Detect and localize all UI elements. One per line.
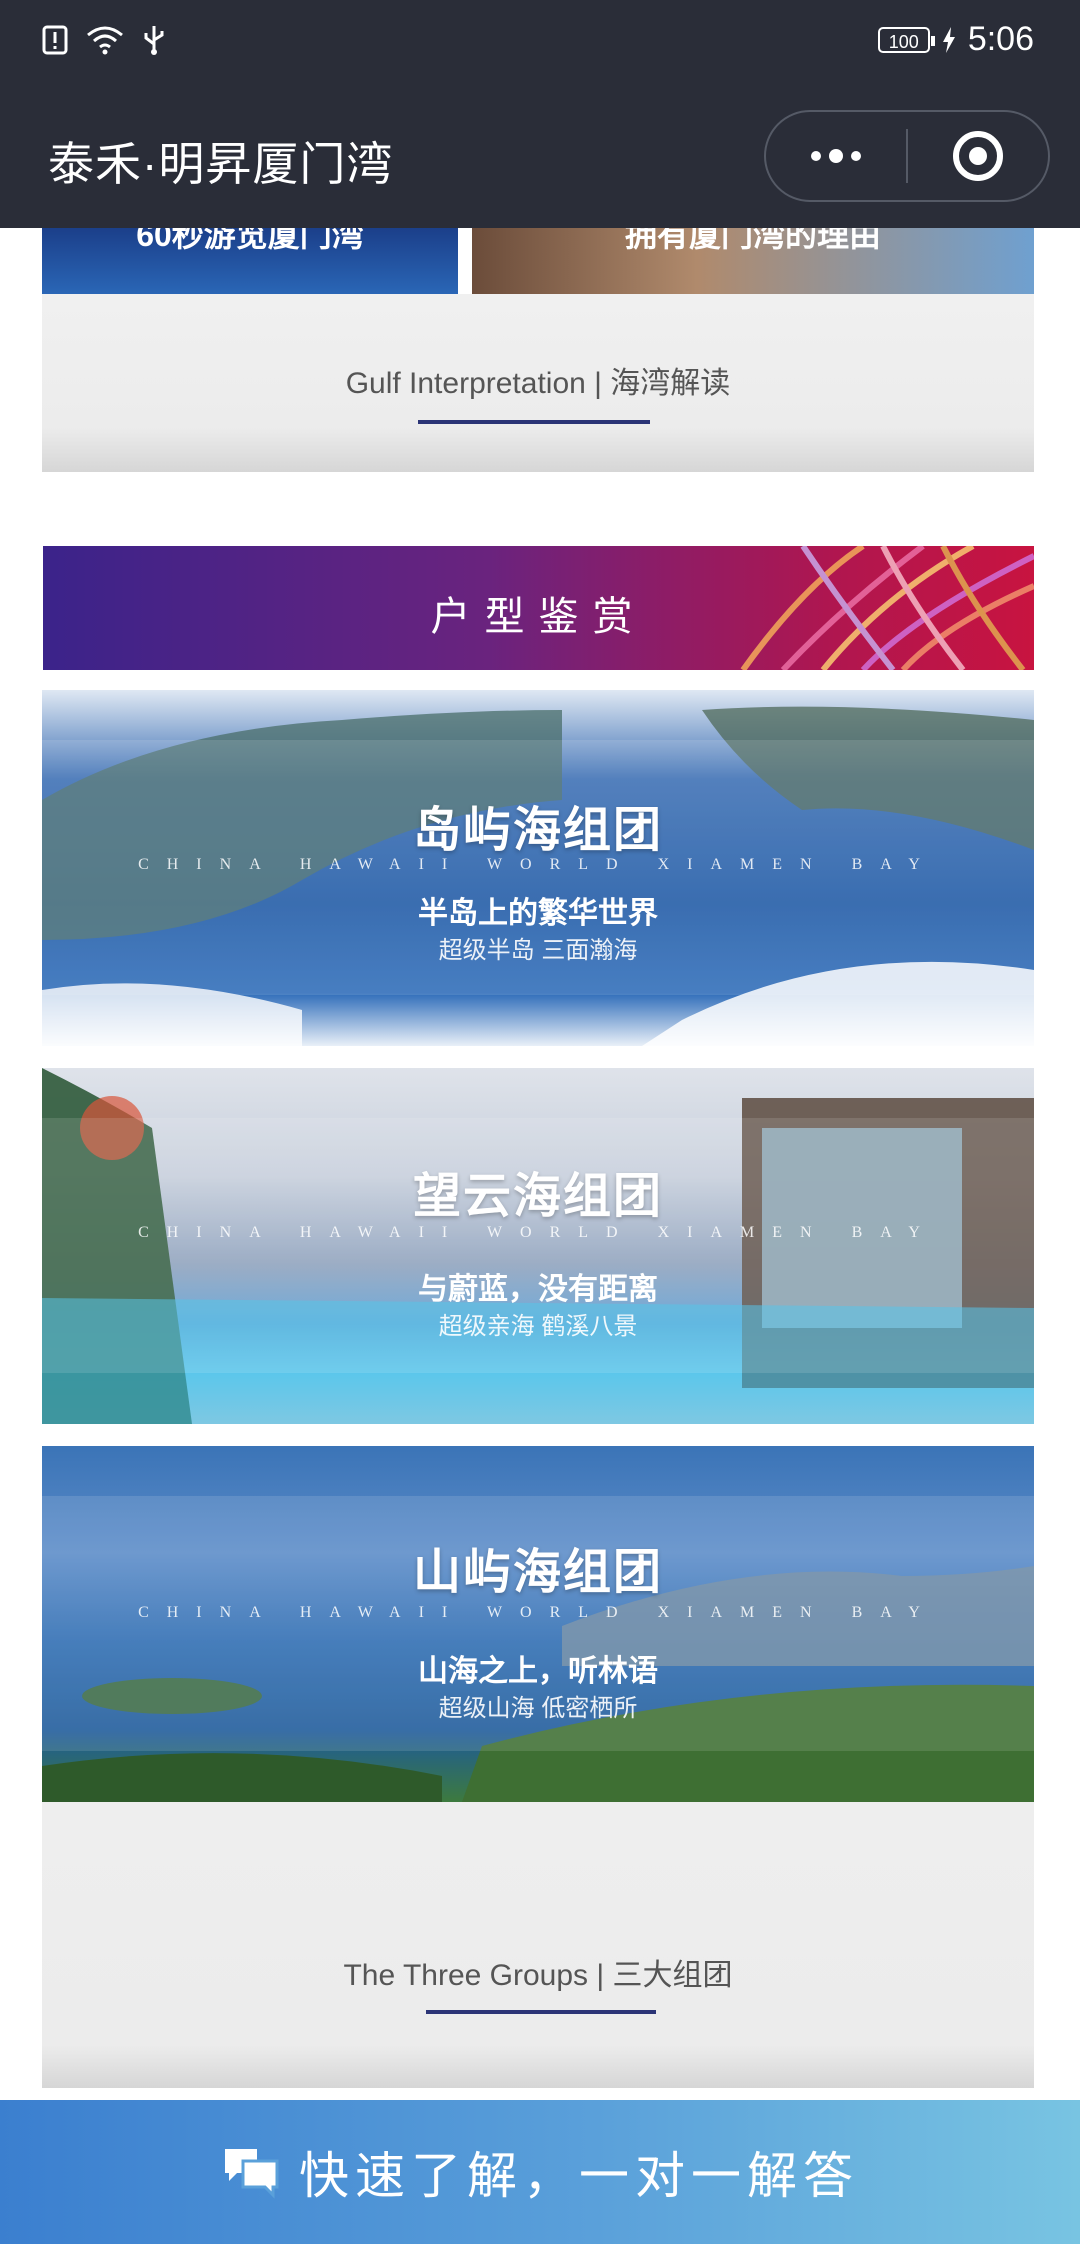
alert-icon — [42, 25, 68, 55]
card-title: 望云海组团 — [412, 1170, 663, 1223]
chat-bubbles-icon — [225, 2149, 279, 2199]
more-button[interactable] — [766, 112, 906, 200]
top-bar: 100 5:06 泰禾·明昇厦门湾 — [0, 0, 1080, 228]
card-english: CHINA HAWAII WORLD XIAMEN BAY — [138, 1224, 938, 1241]
card-tagline: 超级亲海 鹤溪八景 — [438, 1313, 638, 1340]
tile-label: 60秒游览厦门湾 — [136, 228, 364, 253]
status-time: 5:06 — [967, 20, 1034, 58]
card-tagline: 超级山海 低密栖所 — [438, 1695, 638, 1722]
three-groups-caption: The Three Groups | 三大组团 — [343, 1959, 733, 1992]
close-button[interactable] — [908, 112, 1048, 200]
status-bar: 100 5:06 — [0, 0, 1080, 84]
top-tiles: 60秒游览厦门湾 拥有厦门湾的理由 — [42, 228, 1034, 294]
usb-icon — [144, 26, 164, 55]
floor-plan-banner[interactable]: 户型鉴赏 — [43, 546, 1034, 670]
card-english: CHINA HAWAII WORLD XIAMEN BAY — [138, 856, 938, 873]
banner-title: 户型鉴赏 — [430, 595, 647, 639]
card-title: 山屿海组团 — [412, 1546, 663, 1599]
three-groups-panel: The Three Groups | 三大组团 — [42, 1802, 1034, 2088]
group-card-mountain-sea[interactable]: 山屿海组团 CHINA HAWAII WORLD XIAMEN BAY 山海之上… — [42, 1446, 1034, 1802]
page-title: 泰禾·明昇厦门湾 — [48, 138, 394, 190]
card-subtitle: 与蔚蓝，没有距离 — [418, 1273, 658, 1306]
more-dots-icon — [811, 149, 861, 163]
card-english: CHINA HAWAII WORLD XIAMEN BAY — [138, 1604, 938, 1621]
card-title: 岛屿海组团 — [412, 804, 663, 857]
battery-icon: 100 — [877, 26, 935, 53]
gulf-caption: Gulf Interpretation | 海湾解读 — [345, 367, 731, 400]
card-tagline: 超级半岛 三面瀚海 — [438, 937, 638, 964]
card-subtitle: 半岛上的繁华世界 — [418, 897, 658, 930]
card-subtitle: 山海之上，听林语 — [418, 1655, 658, 1688]
quick-consult-button[interactable]: 快速了解，一对一解答 — [0, 2100, 1080, 2244]
wifi-icon — [87, 26, 123, 55]
group-card-island-sea[interactable]: 岛屿海组团 CHINA HAWAII WORLD XIAMEN BAY 半岛上的… — [42, 690, 1034, 1046]
group-card-cloud-sea[interactable]: 望云海组团 CHINA HAWAII WORLD XIAMEN BAY 与蔚蓝，… — [42, 1068, 1034, 1424]
three-groups-underline — [426, 2010, 656, 2014]
gulf-underline — [418, 420, 650, 424]
tile-label: 拥有厦门湾的理由 — [624, 228, 881, 253]
footer-label: 快速了解，一对一解答 — [299, 2148, 859, 2204]
mini-program-capsule — [764, 110, 1050, 202]
target-close-icon — [953, 131, 1003, 181]
status-icons-left — [42, 24, 166, 56]
charging-icon — [942, 26, 955, 53]
gulf-interpretation-panel: Gulf Interpretation | 海湾解读 — [42, 294, 1034, 472]
tile-60s-tour[interactable]: 60秒游览厦门湾 — [42, 228, 458, 294]
status-icons-right: 100 5:06 — [877, 20, 1034, 59]
tile-reasons[interactable]: 拥有厦门湾的理由 — [472, 228, 1034, 294]
